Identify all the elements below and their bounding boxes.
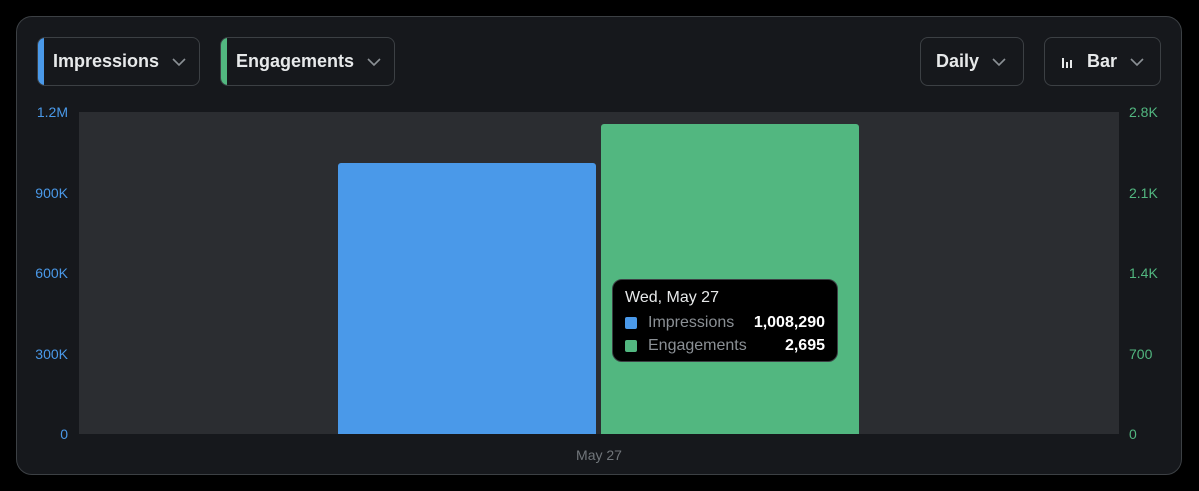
engagements-color-stripe	[221, 38, 227, 85]
chevron-down-icon	[172, 57, 186, 66]
impressions-metric-dropdown[interactable]: Impressions	[37, 37, 200, 86]
chevron-down-icon	[992, 57, 1006, 66]
tooltip-series-name: Engagements	[648, 337, 747, 354]
chart-type-dropdown-label: Bar	[1087, 51, 1118, 71]
engagements-dropdown-label: Engagements	[236, 51, 355, 71]
y-left-tick-label: 600K	[35, 265, 68, 281]
tooltip-row-impressions: Impressions 1,008,290	[625, 313, 825, 333]
tooltip-date: Wed, May 27	[625, 289, 719, 306]
y-left-tick-label: 0	[60, 426, 68, 442]
bar-impressions-may-27[interactable]	[338, 163, 596, 434]
tooltip-series-value: 2,695	[784, 337, 825, 354]
x-tick-label: May 27	[576, 447, 622, 463]
impressions-dropdown-label: Impressions	[53, 51, 160, 71]
chart-tooltip: Wed, May 27 Impressions 1,008,290 Engage…	[612, 279, 838, 362]
impressions-color-stripe	[38, 38, 44, 85]
engagements-swatch	[625, 340, 637, 352]
tooltip-series-value: 1,008,290	[753, 314, 825, 331]
interval-dropdown-label: Daily	[936, 51, 980, 71]
y-right-tick-label: 1.4K	[1129, 265, 1158, 281]
tooltip-row-engagements: Engagements 2,695	[625, 336, 825, 356]
chart-type-dropdown[interactable]: Bar	[1044, 37, 1161, 86]
y-right-tick-label: 0	[1129, 426, 1137, 442]
y-left-tick-label: 900K	[35, 184, 68, 201]
interval-dropdown[interactable]: Daily	[920, 37, 1024, 86]
y-right-tick-label: 700	[1129, 345, 1153, 362]
plot-area	[79, 112, 1119, 434]
y-right-tick-label: 2.1K	[1129, 184, 1158, 201]
chevron-down-icon	[1130, 57, 1144, 66]
engagements-metric-dropdown[interactable]: Engagements	[220, 37, 395, 86]
chevron-down-icon	[367, 57, 381, 66]
tooltip-series-name: Impressions	[648, 314, 735, 331]
y-left-tick-label: 1.2M	[36, 104, 68, 120]
y-right-tick-label: 2.8K	[1129, 104, 1158, 120]
impressions-swatch	[625, 317, 637, 329]
y-left-tick-label: 300K	[35, 345, 68, 362]
bar-chart-icon	[1062, 57, 1072, 68]
